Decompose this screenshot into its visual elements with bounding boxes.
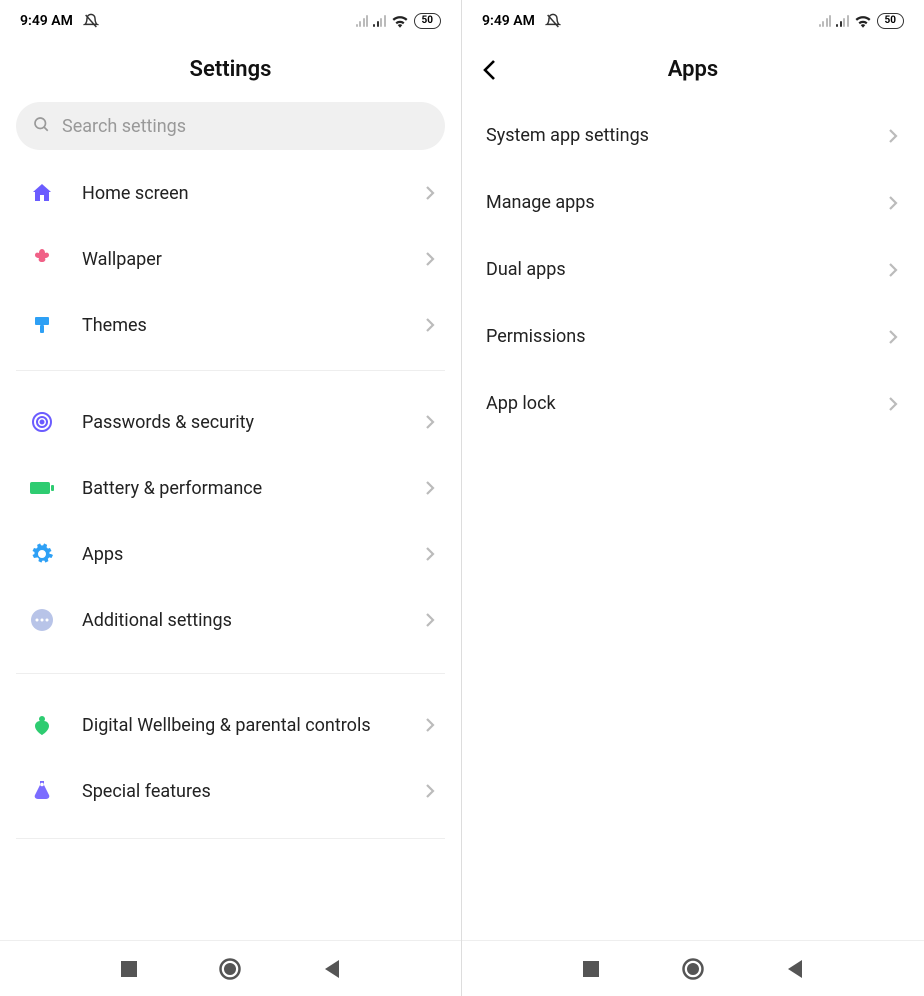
flower-icon — [26, 243, 58, 275]
page-title: Apps — [668, 57, 718, 82]
settings-item-home-screen[interactable]: Home screen — [0, 160, 461, 226]
flask-icon — [26, 775, 58, 807]
status-left: 9:49 AM — [482, 13, 561, 29]
signal-icons — [356, 15, 386, 27]
mute-icon — [545, 13, 561, 29]
search-wrap — [0, 102, 461, 160]
chevron-right-icon — [425, 783, 435, 799]
chevron-right-icon — [425, 546, 435, 562]
settings-item-digital-wellbeing[interactable]: Digital Wellbeing & parental controls — [0, 692, 461, 758]
chevron-right-icon — [425, 414, 435, 430]
apps-item-system-app-settings[interactable]: System app settings — [462, 102, 924, 169]
apps-item-label: Manage apps — [486, 192, 888, 213]
chevron-right-icon — [425, 480, 435, 496]
apps-item-label: Dual apps — [486, 259, 888, 280]
settings-item-apps[interactable]: Apps — [0, 521, 461, 587]
more-icon — [26, 604, 58, 636]
chevron-right-icon — [425, 717, 435, 733]
settings-item-label: Apps — [82, 544, 425, 565]
settings-item-additional-settings[interactable]: Additional settings — [0, 587, 461, 653]
settings-item-label: Themes — [82, 315, 425, 336]
fingerprint-icon — [26, 406, 58, 438]
search-field[interactable] — [16, 102, 445, 150]
chevron-right-icon — [425, 251, 435, 267]
settings-screen: 9:49 AM 50 — [0, 0, 462, 996]
settings-item-label: Battery & performance — [82, 478, 425, 499]
home-icon — [26, 177, 58, 209]
settings-header: Settings — [0, 42, 461, 102]
nav-bar — [0, 940, 461, 996]
chevron-right-icon — [888, 329, 898, 345]
nav-back-button[interactable] — [323, 959, 341, 979]
wellbeing-icon — [26, 709, 58, 741]
apps-item-app-lock[interactable]: App lock — [462, 370, 924, 437]
chevron-right-icon — [425, 185, 435, 201]
nav-recents-button[interactable] — [120, 960, 138, 978]
divider — [16, 673, 445, 674]
divider — [16, 370, 445, 371]
settings-item-special-features[interactable]: Special features — [0, 758, 461, 824]
settings-item-battery-performance[interactable]: Battery & performance — [0, 455, 461, 521]
status-bar: 9:49 AM 50 — [462, 0, 924, 42]
settings-item-wallpaper[interactable]: Wallpaper — [0, 226, 461, 292]
settings-item-label: Home screen — [82, 183, 425, 204]
search-icon — [32, 115, 50, 137]
status-bar: 9:49 AM 50 — [0, 0, 461, 42]
apps-header: Apps — [462, 42, 924, 102]
wifi-icon — [391, 14, 409, 28]
settings-item-label: Passwords & security — [82, 412, 425, 433]
nav-back-button[interactable] — [786, 959, 804, 979]
chevron-right-icon — [888, 195, 898, 211]
nav-home-button[interactable] — [681, 957, 705, 981]
search-input[interactable] — [62, 116, 429, 137]
page-title: Settings — [190, 57, 272, 82]
nav-home-button[interactable] — [218, 957, 242, 981]
status-right: 50 — [819, 13, 904, 29]
settings-item-themes[interactable]: Themes — [0, 292, 461, 358]
apps-screen: 9:49 AM 50 — [462, 0, 924, 996]
nav-bar — [462, 940, 924, 996]
chevron-right-icon — [425, 317, 435, 333]
signal-icon-2 — [836, 15, 849, 27]
battery-indicator: 50 — [414, 13, 441, 29]
signal-icon-1 — [356, 15, 369, 27]
apps-item-permissions[interactable]: Permissions — [462, 303, 924, 370]
chevron-right-icon — [888, 396, 898, 412]
settings-item-label: Additional settings — [82, 610, 425, 631]
battery-indicator: 50 — [877, 13, 904, 29]
status-time: 9:49 AM — [20, 13, 73, 29]
status-left: 9:49 AM — [20, 13, 99, 29]
back-button[interactable] — [482, 58, 498, 82]
brush-icon — [26, 309, 58, 341]
settings-item-label: Digital Wellbeing & parental controls — [82, 715, 425, 736]
apps-item-label: App lock — [486, 393, 888, 414]
status-time: 9:49 AM — [482, 13, 535, 29]
signal-icons — [819, 15, 849, 27]
wifi-icon — [854, 14, 872, 28]
battery-icon — [26, 472, 58, 504]
status-right: 50 — [356, 13, 441, 29]
chevron-right-icon — [425, 612, 435, 628]
apps-item-label: System app settings — [486, 125, 888, 146]
settings-item-passwords-security[interactable]: Passwords & security — [0, 389, 461, 455]
apps-item-manage-apps[interactable]: Manage apps — [462, 169, 924, 236]
apps-list: System app settings Manage apps Dual app… — [462, 102, 924, 940]
signal-icon-2 — [373, 15, 386, 27]
signal-icon-1 — [819, 15, 832, 27]
apps-item-dual-apps[interactable]: Dual apps — [462, 236, 924, 303]
settings-item-label: Special features — [82, 781, 425, 802]
settings-item-label: Wallpaper — [82, 249, 425, 270]
apps-item-label: Permissions — [486, 326, 888, 347]
divider — [16, 838, 445, 839]
nav-recents-button[interactable] — [582, 960, 600, 978]
mute-icon — [83, 13, 99, 29]
chevron-right-icon — [888, 128, 898, 144]
gear-icon — [26, 538, 58, 570]
settings-list: Home screen Wallpaper Themes — [0, 160, 461, 940]
chevron-right-icon — [888, 262, 898, 278]
